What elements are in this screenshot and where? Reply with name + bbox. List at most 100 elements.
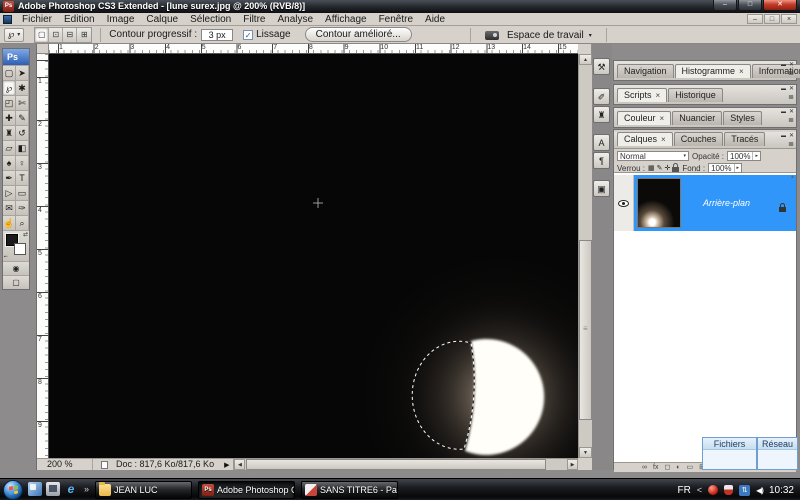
overlay-header[interactable]: Réseau (758, 438, 797, 450)
workspace-switcher[interactable]: Espace de travail ▾ (470, 26, 607, 44)
tool-preset-picker[interactable]: ℘ ▾ (4, 27, 25, 42)
tool-history-brush[interactable]: ↺ (16, 126, 29, 141)
tab-scripts[interactable]: Scripts × (617, 88, 668, 102)
menu-image[interactable]: Image (101, 13, 141, 25)
menu-fenêtre[interactable]: Fenêtre (373, 13, 419, 25)
layer-group-icon[interactable]: ▭ (687, 463, 694, 472)
tool-clone-stamp[interactable]: ♜ (3, 126, 16, 141)
panel-close-icon[interactable]: ✕ (789, 61, 794, 68)
menu-affichage[interactable]: Affichage (319, 13, 373, 25)
panel-flyout-icon[interactable]: ≣ (788, 116, 794, 124)
language-indicator[interactable]: FR (678, 485, 691, 496)
horizontal-scroll-thumb[interactable] (246, 459, 547, 470)
quick-launch-icon[interactable] (46, 482, 60, 496)
menu-calque[interactable]: Calque (140, 13, 184, 25)
tab-calques[interactable]: Calques × (617, 132, 673, 146)
scroll-up-icon[interactable]: ▲ (579, 54, 592, 65)
taskbar-ps-button[interactable]: PsAdobe Photoshop C... (198, 481, 295, 499)
vertical-scroll-thumb[interactable] (579, 240, 592, 420)
blend-mode-select[interactable]: Normal ▾ (617, 151, 689, 161)
quick-mask-button[interactable]: ◉ (3, 261, 29, 275)
tool-gradient[interactable]: ◧ (16, 141, 29, 156)
screen-mode-button[interactable]: ▢ (3, 275, 29, 289)
image-canvas[interactable] (49, 54, 578, 458)
doc-restore-button[interactable]: □ (764, 14, 780, 24)
swap-colors-icon[interactable]: ⇄ (23, 231, 28, 238)
intersect-selection-button[interactable]: ⊞ (77, 27, 92, 42)
toolbox-header[interactable]: Ps (3, 49, 29, 65)
close-button[interactable]: ✕ (763, 0, 797, 11)
subtract-from-selection-button[interactable]: ⊟ (63, 27, 78, 42)
layer-style-icon[interactable]: fx (653, 463, 658, 472)
quick-launch-chevron[interactable]: » (84, 484, 89, 494)
opacity-input[interactable]: 100% ▸ (727, 151, 761, 161)
panel-icon-layer-comps[interactable]: ▣ (593, 180, 610, 197)
menu-fichier[interactable]: Fichier (16, 13, 58, 25)
list-scroll-up-icon[interactable]: ▲ (790, 174, 795, 180)
maximize-button[interactable]: □ (738, 0, 762, 11)
panel-flyout-icon[interactable]: ≣ (788, 93, 794, 101)
layer-row[interactable]: Arrière-plan (614, 175, 796, 231)
tool-type[interactable]: T (16, 171, 29, 186)
panel-icon-tool-presets[interactable]: ⚒ (593, 58, 610, 75)
vertical-ruler[interactable]: 1 2 3 4 5 6 7 8 9 (37, 54, 49, 458)
doc-close-button[interactable]: × (781, 14, 797, 24)
tool-blur[interactable]: ♠ (3, 156, 16, 171)
panel-icon-paragraph[interactable]: ¶ (593, 152, 610, 169)
antivirus-tray-icon[interactable] (708, 485, 719, 495)
panel-flyout-icon[interactable]: ≣ (788, 140, 794, 148)
tab-nuancier[interactable]: Nuancier (672, 111, 723, 125)
tab-histogramme[interactable]: Histogramme × (674, 64, 751, 78)
tab-close-icon[interactable]: × (656, 91, 661, 100)
tool-spot-healing[interactable]: ✚ (3, 111, 16, 126)
tab-navigation[interactable]: Navigation (617, 64, 674, 78)
layer-mask-icon[interactable]: ◻ (664, 463, 670, 472)
tool-shape[interactable]: ▭ (16, 186, 29, 201)
tool-move[interactable]: ➤ (16, 66, 29, 81)
menu-analyse[interactable]: Analyse (271, 13, 319, 25)
network-tray-icon[interactable]: ⇅ (739, 484, 751, 496)
new-selection-button[interactable]: ▢ (35, 27, 50, 42)
lock-transparency-icon[interactable]: ▦ (648, 164, 655, 172)
tool-hand[interactable]: ☝ (3, 216, 16, 231)
tool-pen[interactable]: ✒ (3, 171, 16, 186)
tool-eyedropper[interactable]: ✑ (16, 201, 29, 216)
tool-crop[interactable]: ◰ (3, 96, 16, 111)
panel-minimize-icon[interactable]: ▬ (781, 62, 786, 68)
tab-close-icon[interactable]: × (661, 135, 666, 144)
tab-close-icon[interactable]: × (739, 67, 744, 76)
panel-icon-clone-source[interactable]: ♜ (593, 106, 610, 123)
tool-path-selection[interactable]: ▷ (3, 186, 16, 201)
panel-flyout-icon[interactable]: ≣ (788, 69, 794, 77)
tab-styles[interactable]: Styles (723, 111, 762, 125)
fill-input[interactable]: 100% ▸ (708, 163, 743, 173)
security-tray-icon[interactable] (724, 485, 734, 495)
tool-dodge[interactable]: ♀ (16, 156, 29, 171)
start-button[interactable] (3, 480, 23, 500)
tool-brush[interactable]: ✎ (16, 111, 29, 126)
zoom-level[interactable]: 200 % (37, 459, 93, 470)
tray-chevron[interactable]: < (697, 485, 702, 495)
lock-position-icon[interactable]: ✛ (665, 164, 671, 172)
panel-icon-brushes[interactable]: ✐ (593, 88, 610, 105)
taskbar-paint-button[interactable]: SANS TITRE6 - Paint (301, 481, 398, 499)
volume-icon[interactable]: ◀) (756, 486, 764, 495)
overlay-header[interactable]: Fichiers (703, 438, 756, 450)
tool-eraser[interactable]: ▱ (3, 141, 16, 156)
panel-close-icon[interactable]: ✕ (789, 108, 794, 115)
document-size[interactable]: Doc : 817,6 Ko/817,6 Ko (116, 459, 220, 470)
background-color-swatch[interactable] (14, 243, 26, 255)
panel-close-icon[interactable]: ✕ (789, 85, 794, 92)
adjustment-layer-icon[interactable]: ◐ (676, 463, 680, 472)
tab-couleur[interactable]: Couleur × (617, 111, 672, 125)
tool-zoom[interactable]: ⌕ (16, 216, 29, 231)
menu-filtre[interactable]: Filtre (237, 13, 271, 25)
tool-rectangular-marquee[interactable]: ▢ (3, 66, 16, 81)
spinner-icon[interactable]: ▸ (752, 152, 758, 160)
tab-historique[interactable]: Historique (668, 88, 723, 102)
menu-edition[interactable]: Edition (58, 13, 101, 25)
refine-edge-button[interactable]: Contour amélioré... (304, 27, 412, 42)
scroll-right-icon[interactable]: ▶ (567, 459, 578, 470)
add-to-selection-button[interactable]: ⊡ (49, 27, 64, 42)
show-desktop-icon[interactable] (28, 482, 42, 496)
